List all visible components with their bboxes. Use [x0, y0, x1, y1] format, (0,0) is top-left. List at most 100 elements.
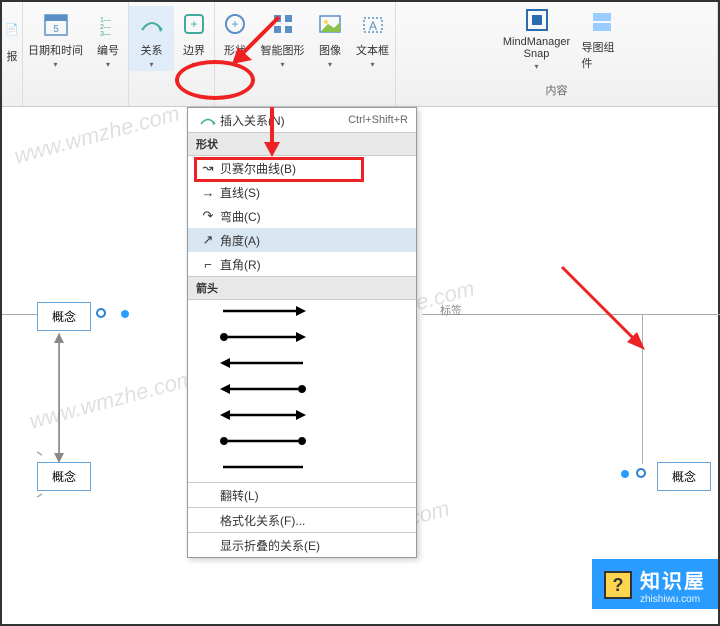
- relation-dropdown: 插入关系(N) Ctrl+Shift+R 形状 ↝ 贝赛尔曲线(B) → 直线(…: [187, 107, 417, 558]
- node-port[interactable]: [96, 308, 106, 318]
- bezier-icon: ↝: [196, 160, 220, 176]
- ribbon-label: 编号: [97, 42, 119, 58]
- ribbon-label: 边界: [183, 42, 205, 58]
- ribbon-btn-datetime[interactable]: 5 日期和时间 ▾: [23, 6, 88, 71]
- node-port[interactable]: [636, 468, 646, 478]
- image-icon: [314, 8, 346, 40]
- node-concept-1[interactable]: 概念: [37, 302, 91, 331]
- node-port-dot[interactable]: [121, 310, 129, 318]
- ribbon-btn-boundary[interactable]: + 边界 ▾: [174, 6, 214, 71]
- ribbon-section-label: 内容: [546, 82, 568, 102]
- ribbon-btn-textbox[interactable]: A 文本框 ▾: [350, 6, 395, 71]
- chevron-down-icon: ▾: [149, 60, 153, 69]
- arrow-option-6[interactable]: [188, 430, 416, 456]
- ribbon-label: 日期和时间: [28, 42, 83, 58]
- brand-title: 知识屋: [640, 565, 706, 594]
- ribbon-btn-report[interactable]: 📄 报: [2, 6, 22, 71]
- menu-straight[interactable]: → 直线(S): [188, 180, 416, 204]
- ribbon-label: MindManager Snap: [492, 36, 582, 60]
- ribbon-btn-image[interactable]: 图像 ▾: [310, 6, 350, 71]
- menu-angle[interactable]: ↗ 角度(A): [188, 228, 416, 252]
- ribbon-btn-shape[interactable]: + 形状 ▾: [215, 6, 255, 71]
- ribbon-group-3: 关系 ▾ + 边界 ▾: [129, 2, 215, 106]
- number-icon: 1—2—3—: [92, 8, 124, 40]
- ribbon-btn-number[interactable]: 1—2—3— 编号 ▾: [88, 6, 128, 71]
- textbox-icon: A: [357, 8, 389, 40]
- ribbon-label: 形状: [224, 42, 246, 58]
- relation-icon: [136, 8, 168, 40]
- svg-text:A: A: [368, 19, 376, 33]
- arrow-option-2[interactable]: [188, 326, 416, 352]
- smartshape-icon: [267, 8, 299, 40]
- ribbon-group-4: + 形状 ▾ 智能图形 ▾ 图像 ▾ A: [215, 2, 396, 106]
- node-port-dot[interactable]: [621, 470, 629, 478]
- svg-text:2—: 2—: [100, 24, 111, 31]
- shape-icon: +: [219, 8, 251, 40]
- menu-right-angle[interactable]: ⌐ 直角(R): [188, 252, 416, 276]
- menu-label: 角度(A): [220, 232, 408, 249]
- calendar-icon: 5: [40, 8, 72, 40]
- ribbon-btn-snap[interactable]: MindManager Snap ▾: [492, 6, 582, 71]
- straight-icon: →: [196, 185, 220, 200]
- menu-label: 直线(S): [220, 184, 408, 201]
- menu-label: 贝赛尔曲线(B): [220, 160, 408, 177]
- node-label: 概念: [672, 470, 696, 484]
- ribbon-group-5: MindManager Snap ▾ 导图组件 内容: [396, 2, 718, 106]
- svg-text:1—: 1—: [100, 17, 111, 24]
- menu-label: 翻转(L): [220, 487, 408, 504]
- boundary-icon: +: [178, 8, 210, 40]
- ribbon-label: 导图组件: [582, 39, 622, 71]
- svg-text:+: +: [231, 17, 238, 31]
- arrow-option-5[interactable]: [188, 404, 416, 430]
- arrow-option-7[interactable]: [188, 456, 416, 482]
- node-concept-3[interactable]: 概念: [657, 462, 711, 491]
- menu-label: 弯曲(C): [220, 208, 408, 225]
- arrow-option-4[interactable]: [188, 378, 416, 404]
- arrow-option-1[interactable]: [188, 300, 416, 326]
- chevron-down-icon: ▾: [280, 60, 284, 69]
- node-label: 概念: [52, 310, 76, 324]
- svg-text:5: 5: [53, 24, 59, 35]
- curved-icon: ↷: [196, 208, 220, 224]
- chevron-down-icon: ▾: [534, 62, 538, 71]
- menu-flip[interactable]: 翻转(L): [188, 483, 416, 507]
- relation-icon: [196, 113, 220, 127]
- ribbon-label: 智能图形: [261, 42, 305, 58]
- ribbon-btn-smartshape[interactable]: 智能图形 ▾: [255, 6, 310, 71]
- edge-label[interactable]: 标签: [440, 302, 462, 318]
- ribbon-group-2: 5 日期和时间 ▾ 1—2—3— 编号 ▾: [23, 2, 129, 106]
- menu-bezier[interactable]: ↝ 贝赛尔曲线(B): [188, 156, 416, 180]
- menu-insert-relation[interactable]: 插入关系(N) Ctrl+Shift+R: [188, 108, 416, 132]
- brand-badge: ? 知识屋 zhishiwu.com: [592, 559, 718, 609]
- rightangle-icon: ⌐: [196, 257, 220, 272]
- ribbon-label: 报: [7, 48, 18, 64]
- menu-section-shape: 形状: [188, 132, 416, 156]
- ribbon-label: 文本框: [356, 42, 389, 58]
- chevron-down-icon: ▾: [328, 60, 332, 69]
- angle-icon: ↗: [196, 232, 220, 248]
- node-label: 概念: [52, 470, 76, 484]
- mapparts-icon: [586, 6, 618, 37]
- menu-label: 直角(R): [220, 256, 408, 273]
- node-concept-2[interactable]: 概念: [37, 462, 91, 491]
- svg-text:+: +: [190, 17, 197, 31]
- menu-label: 格式化关系(F)...: [220, 512, 408, 529]
- menu-curved[interactable]: ↷ 弯曲(C): [188, 204, 416, 228]
- menu-show-collapsed[interactable]: 显示折叠的关系(E): [188, 533, 416, 557]
- chevron-down-icon: ▾: [370, 60, 374, 69]
- watermark: www.wmzhe.com: [12, 100, 183, 169]
- svg-text:3—: 3—: [100, 31, 111, 36]
- menu-format[interactable]: 格式化关系(F)...: [188, 508, 416, 532]
- ribbon-btn-relation[interactable]: 关系 ▾: [129, 6, 174, 71]
- menu-section-arrow: 箭头: [188, 276, 416, 300]
- connector-dashed: [422, 314, 720, 315]
- menu-shortcut: Ctrl+Shift+R: [348, 114, 408, 126]
- circle-part-icon: [0, 447, 42, 502]
- ribbon: 📄 报 5 日期和时间 ▾ 1—2—3— 编号 ▾: [2, 2, 718, 107]
- ribbon-group-1: 📄 报: [2, 2, 23, 106]
- arrow-option-3[interactable]: [188, 352, 416, 378]
- chevron-down-icon: ▾: [233, 60, 237, 69]
- ribbon-label: 图像: [319, 42, 341, 58]
- ribbon-btn-mapparts[interactable]: 导图组件: [582, 6, 622, 71]
- snap-icon: [521, 6, 553, 34]
